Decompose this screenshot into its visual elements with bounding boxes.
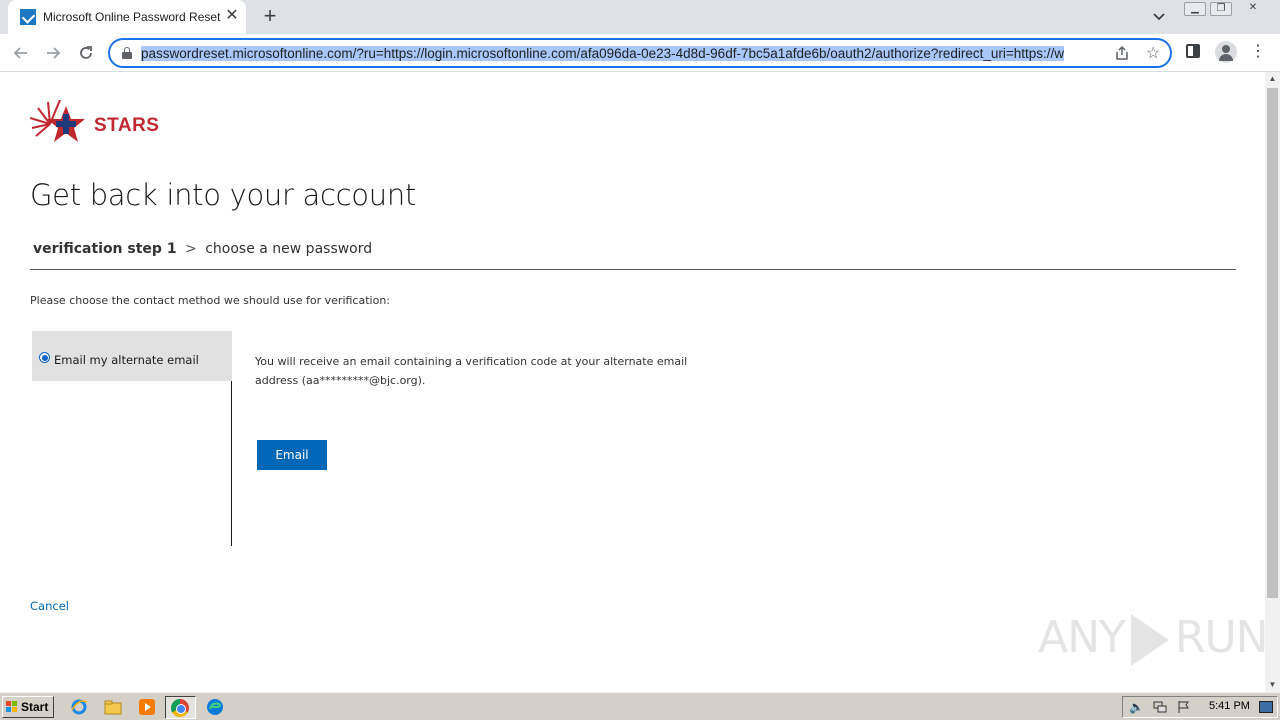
new-tab-button[interactable]: + xyxy=(260,5,280,27)
profile-icon[interactable] xyxy=(1215,41,1237,63)
page-title: Get back into your account xyxy=(30,178,416,212)
share-icon[interactable] xyxy=(1114,45,1130,64)
start-label: Start xyxy=(21,700,49,714)
lock-icon[interactable] xyxy=(122,47,132,59)
scroll-down-icon[interactable]: ▼ xyxy=(1265,678,1280,692)
tab-search-icon[interactable] xyxy=(1152,9,1170,25)
chrome-icon xyxy=(171,699,189,717)
page-scrollbar[interactable]: ▲ ▼ xyxy=(1265,72,1280,692)
volume-icon[interactable]: 🔈 xyxy=(1129,700,1144,714)
explorer-folder-icon[interactable] xyxy=(104,698,122,716)
edge-icon[interactable] xyxy=(206,698,224,716)
windows-taskbar: Start 🔈 5:41 PM xyxy=(0,692,1280,720)
minimize-icon[interactable]: ▁ xyxy=(1184,2,1206,16)
microsoft-favicon-icon xyxy=(20,9,36,25)
close-window-icon[interactable]: ✕ xyxy=(1242,2,1264,16)
start-button[interactable]: Start xyxy=(2,696,54,718)
page-content: STARS Get back into your account verific… xyxy=(0,72,1269,692)
play-icon xyxy=(1130,614,1169,666)
system-tray: 🔈 5:41 PM xyxy=(1122,696,1278,718)
kebab-menu-icon[interactable]: ⋮ xyxy=(1250,42,1266,62)
chrome-taskbar-button[interactable] xyxy=(165,696,196,719)
restore-icon[interactable]: ❐ xyxy=(1210,2,1232,16)
method-description: You will receive an email containing a v… xyxy=(255,355,688,387)
step-separator: > xyxy=(185,241,197,257)
media-player-icon[interactable] xyxy=(138,698,156,716)
contact-method-prompt: Please choose the contact method we shou… xyxy=(30,294,390,307)
show-desktop-icon[interactable] xyxy=(1259,701,1273,713)
arrow-left-icon xyxy=(13,47,27,59)
arrow-right-icon xyxy=(47,47,61,59)
scrollbar-thumb[interactable] xyxy=(1267,88,1278,598)
email-button[interactable]: Email xyxy=(257,440,327,470)
anyrun-watermark: ANY RUN xyxy=(1038,612,1269,672)
reload-button[interactable] xyxy=(75,42,97,64)
contact-method-list: Email my alternate email xyxy=(32,331,232,546)
stars-star-icon xyxy=(29,99,85,142)
side-panel-icon[interactable] xyxy=(1186,44,1200,58)
back-button[interactable] xyxy=(10,42,32,64)
method-option-alternate-email[interactable]: Email my alternate email xyxy=(32,331,232,381)
watermark-right-text: RUN xyxy=(1174,612,1269,663)
method-option-label[interactable]: Email my alternate email xyxy=(54,353,199,367)
step-breadcrumb: verification step 1 > choose a new passw… xyxy=(33,241,372,257)
address-bar[interactable]: passwordreset.microsoftonline.com/?ru=ht… xyxy=(108,38,1172,68)
logo-text: STARS xyxy=(94,115,160,136)
watermark-left-text: ANY xyxy=(1038,612,1126,663)
cancel-link[interactable]: Cancel xyxy=(30,599,69,613)
tab-title: Microsoft Online Password Reset xyxy=(43,10,221,24)
clock[interactable]: 5:41 PM xyxy=(1209,700,1250,712)
tab-close-icon[interactable]: ✕ xyxy=(224,8,240,24)
next-step: choose a new password xyxy=(205,241,373,257)
flag-icon[interactable] xyxy=(1177,700,1191,714)
windows-logo-icon xyxy=(6,701,18,713)
scroll-up-icon[interactable]: ▲ xyxy=(1265,72,1280,86)
ie-icon[interactable] xyxy=(70,698,88,716)
alternate-email-radio[interactable] xyxy=(39,352,50,363)
header-divider xyxy=(30,269,1236,270)
current-step: verification step 1 xyxy=(33,241,177,257)
network-icon[interactable] xyxy=(1153,700,1167,714)
bookmark-star-icon[interactable]: ☆ xyxy=(1146,43,1160,63)
reload-icon xyxy=(80,46,92,59)
browser-toolbar: passwordreset.microsoftonline.com/?ru=ht… xyxy=(0,34,1280,72)
browser-tab-strip: Microsoft Online Password Reset ✕ + ▁ ❐ … xyxy=(0,0,1280,34)
url-text[interactable]: passwordreset.microsoftonline.com/?ru=ht… xyxy=(141,45,1105,62)
stars-logo: STARS xyxy=(29,99,160,146)
browser-tab[interactable]: Microsoft Online Password Reset ✕ xyxy=(8,0,246,34)
forward-button[interactable] xyxy=(42,42,64,64)
